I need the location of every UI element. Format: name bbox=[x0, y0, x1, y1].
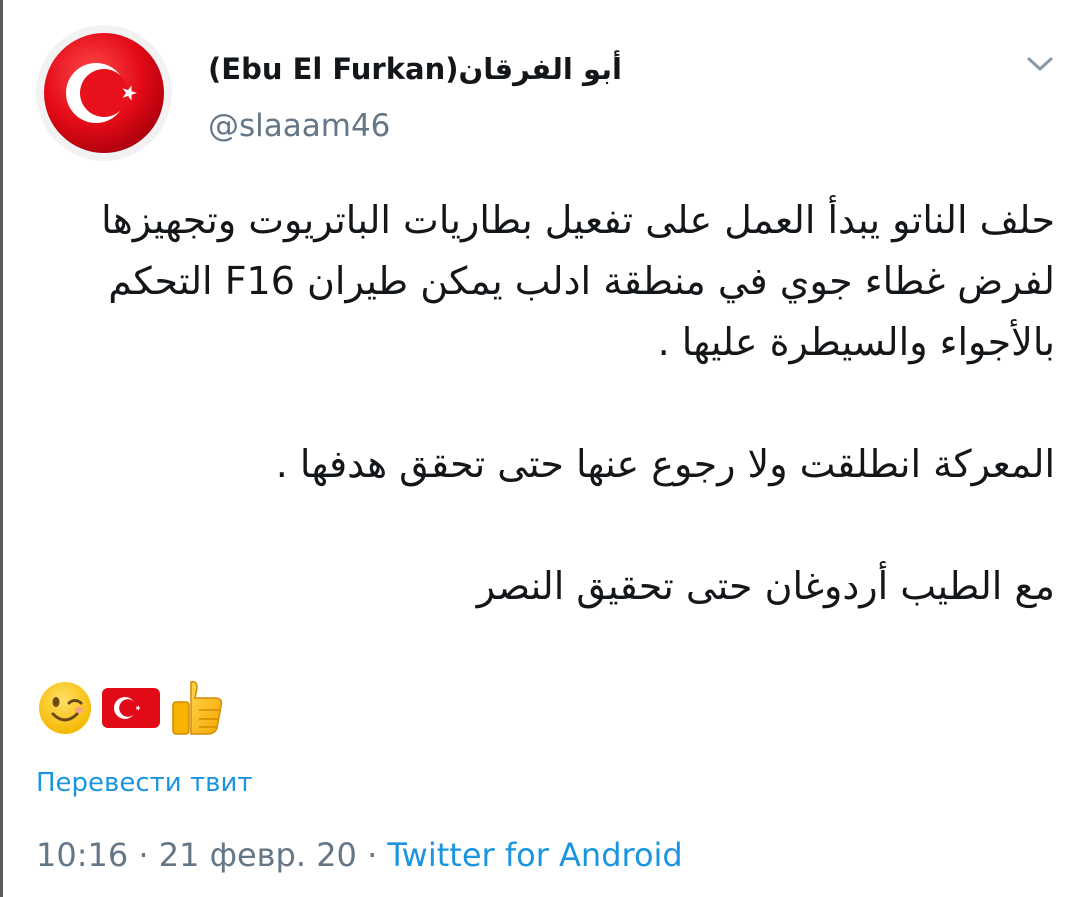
author-handle[interactable]: @slaaam46 bbox=[208, 108, 390, 144]
tweet-meta: 10:16 · 21 февр. 20 · Twitter for Androi… bbox=[36, 836, 683, 874]
display-name[interactable]: (Ebu El Furkan)أبو الفرقان bbox=[208, 52, 622, 86]
avatar[interactable] bbox=[36, 25, 172, 161]
translate-tweet-link[interactable]: Перевести твит bbox=[36, 768, 252, 798]
turkish-flag-icon bbox=[36, 25, 172, 161]
turkish-flag-emoji bbox=[102, 688, 160, 728]
tweet-date: 21 февр. 20 bbox=[158, 836, 357, 874]
emoji-row bbox=[37, 676, 227, 740]
meta-separator: · bbox=[356, 836, 388, 874]
tweet-card: (Ebu El Furkan)أبو الفرقان @slaaam46 حلف… bbox=[0, 0, 1080, 897]
thumbs-up-emoji bbox=[172, 680, 223, 735]
author-name-row[interactable]: (Ebu El Furkan)أبو الفرقان bbox=[208, 44, 622, 94]
tweet-paragraph: مع الطيب أردوغان حتى تحقيق النصر bbox=[476, 564, 1055, 608]
winking-face-emoji bbox=[39, 682, 91, 734]
tweet-paragraph: حلف الناتو يبدأ العمل على تفعيل بطاريات … bbox=[101, 198, 1055, 364]
tweet-source-link[interactable]: Twitter for Android bbox=[387, 836, 682, 874]
meta-separator: · bbox=[128, 836, 159, 874]
tweet-time: 10:16 bbox=[36, 836, 129, 874]
tweet-text: حلف الناتو يبدأ العمل على تفعيل بطاريات … bbox=[33, 190, 1055, 617]
chevron-down-icon[interactable] bbox=[1023, 50, 1057, 78]
tweet-paragraph: المعركة انطلقت ولا رجوع عنها حتى تحقق هد… bbox=[275, 442, 1055, 486]
